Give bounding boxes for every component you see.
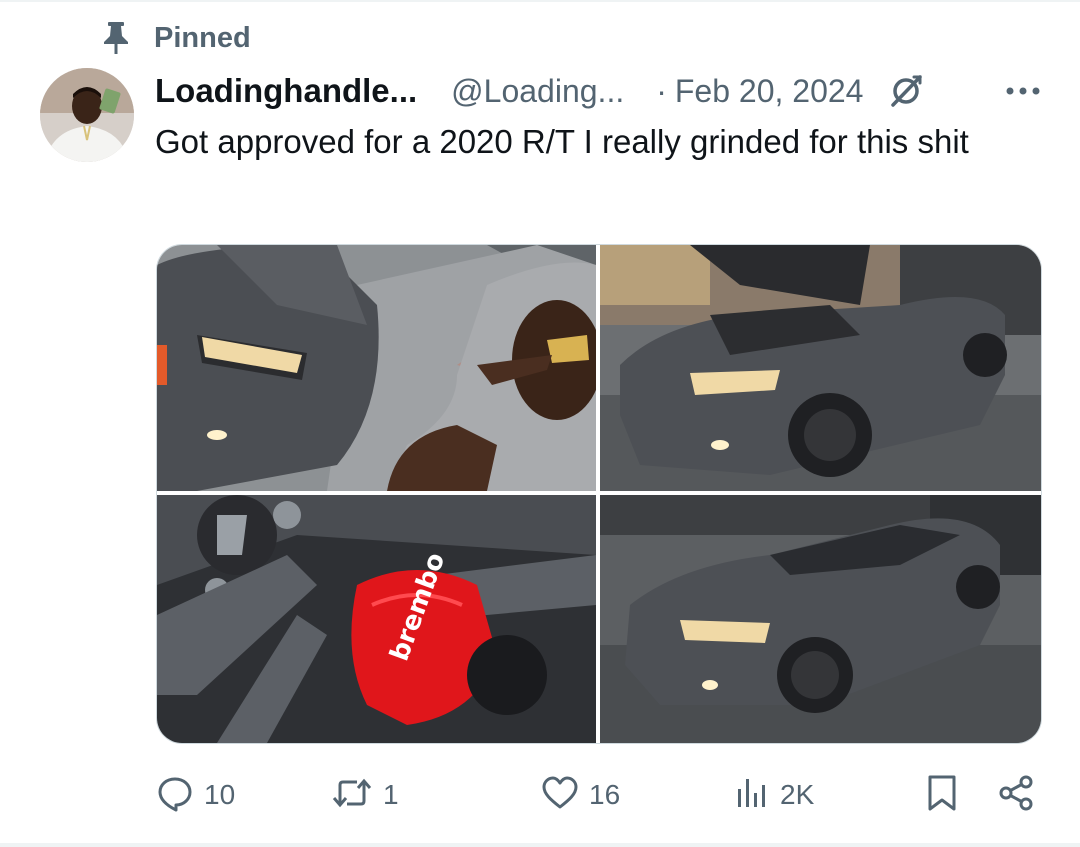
tweet-date[interactable]: Feb 20, 2024 [675,73,864,110]
photo-car-hood-open[interactable] [600,245,1041,491]
tweet-header: Loadinghandle... @Loading... · Feb 20, 2… [155,68,1045,114]
action-bar: 10 1 16 2K [156,770,1040,820]
more-icon[interactable] [1001,69,1045,113]
reply-count: 10 [204,779,236,810]
avatar[interactable] [40,68,134,162]
pin-icon [100,22,132,54]
bookmark-button[interactable] [926,770,958,820]
grok-icon[interactable] [885,70,927,112]
share-button[interactable] [998,770,1036,820]
bookmark-icon [926,774,958,817]
photo-car-side-front[interactable] [600,495,1041,743]
top-divider [0,0,1080,2]
share-icon [998,774,1036,817]
media-grid: brembo [156,244,1042,744]
repost-count: 1 [383,779,399,810]
reply-button[interactable]: 10 [156,770,235,820]
separator-dot: · [656,72,667,109]
reply-icon [156,774,194,817]
user-handle[interactable]: @Loading... [451,73,624,110]
bottom-divider [0,843,1080,847]
views-button[interactable]: 2K [734,770,814,820]
photo-brembo-caliper[interactable]: brembo [157,495,596,743]
tweet-text: Got approved for a 2020 R/T I really gri… [155,123,969,160]
repost-icon [331,775,373,816]
like-button[interactable]: 16 [541,770,620,820]
photo-car-front-selfie[interactable] [157,245,596,491]
repost-button[interactable]: 1 [331,770,399,820]
pinned-indicator: Pinned [100,18,251,58]
like-icon [541,775,579,816]
display-name[interactable]: Loadinghandle... [155,72,417,110]
like-count: 16 [589,779,621,810]
views-icon [734,775,770,816]
views-count: 2K [780,779,815,810]
pinned-label: Pinned [154,21,251,54]
